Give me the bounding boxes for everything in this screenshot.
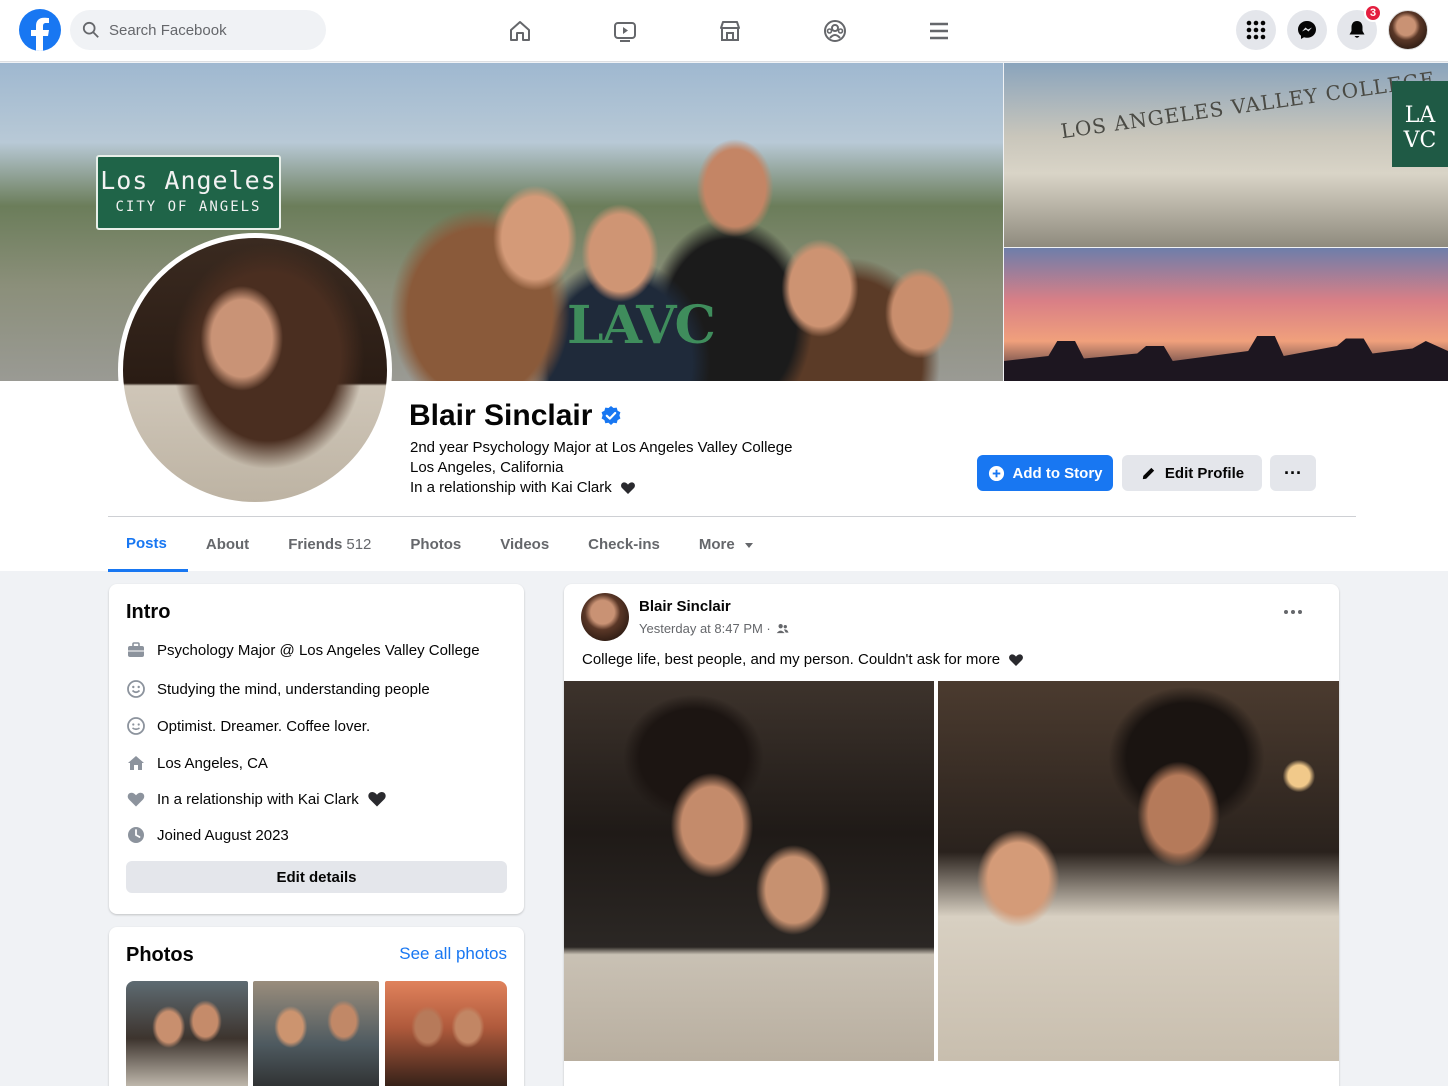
smile-icon bbox=[127, 680, 145, 698]
heart-icon bbox=[127, 792, 145, 807]
caret-down-icon bbox=[744, 542, 753, 548]
cover-sunset-photo bbox=[1004, 248, 1448, 381]
photos-title: Photos bbox=[126, 944, 194, 966]
post-text: College life, best people, and my person… bbox=[582, 651, 1024, 668]
feed-post: Blair Sinclair Yesterday at 8:47 PM · Co… bbox=[564, 584, 1339, 1086]
search-box[interactable] bbox=[70, 10, 326, 50]
smile-outline-icon bbox=[127, 717, 145, 735]
watch-icon[interactable] bbox=[608, 14, 642, 48]
tab-friends[interactable]: Friends 512 bbox=[270, 517, 392, 572]
city-skyline bbox=[1004, 336, 1448, 381]
profile-relationship: In a relationship with Kai Clark bbox=[410, 479, 636, 496]
lavc-logo: LA VC bbox=[1392, 81, 1448, 167]
account-avatar[interactable] bbox=[1388, 10, 1428, 50]
photo-thumbnail[interactable] bbox=[385, 981, 507, 1086]
post-options-icon[interactable] bbox=[1281, 600, 1305, 624]
intro-item: Psychology Major @ Los Angeles Valley Co… bbox=[126, 640, 480, 660]
briefcase-icon bbox=[128, 642, 144, 657]
profile-name: Blair Sinclair bbox=[409, 399, 622, 433]
clock-icon bbox=[128, 827, 144, 843]
photo-thumbnail[interactable] bbox=[126, 981, 248, 1086]
intro-card: Intro Psychology Major @ Los Angeles Val… bbox=[109, 584, 524, 914]
black-heart-icon bbox=[1009, 653, 1024, 666]
intro-item: Optimist. Dreamer. Coffee lover. bbox=[126, 716, 370, 736]
tab-more[interactable]: More bbox=[681, 517, 776, 572]
tab-videos[interactable]: Videos bbox=[482, 517, 570, 572]
add-to-story-button[interactable]: Add to Story bbox=[977, 455, 1113, 491]
black-heart-icon bbox=[620, 481, 635, 494]
plus-circle-icon bbox=[988, 465, 1004, 481]
verified-badge-icon bbox=[602, 406, 621, 425]
tab-about[interactable]: About bbox=[188, 517, 270, 572]
post-photo[interactable] bbox=[564, 681, 934, 1061]
facebook-logo-icon[interactable] bbox=[19, 9, 61, 51]
intro-item: Studying the mind, understanding people bbox=[126, 679, 430, 699]
photo-thumbnail[interactable] bbox=[253, 981, 379, 1086]
shirt-text: LAVC bbox=[567, 295, 716, 356]
profile-more-button[interactable]: ··· bbox=[1270, 455, 1316, 491]
tab-photos[interactable]: Photos bbox=[392, 517, 482, 572]
post-author-avatar[interactable] bbox=[581, 593, 629, 641]
profile-tabs: Posts About Friends 512 Photos Videos Che… bbox=[108, 517, 776, 572]
post-author-name[interactable]: Blair Sinclair bbox=[639, 598, 731, 615]
cover-college-photo: LOS ANGELES VALLEY COLLEGE LA VC bbox=[1004, 63, 1448, 247]
search-input[interactable] bbox=[109, 21, 309, 39]
tab-posts[interactable]: Posts bbox=[108, 517, 188, 572]
tab-check-ins[interactable]: Check-ins bbox=[570, 517, 681, 572]
post-photo[interactable] bbox=[938, 681, 1339, 1061]
groups-icon[interactable] bbox=[818, 14, 852, 48]
friends-count: 512 bbox=[346, 536, 372, 553]
edit-details-button[interactable]: Edit details bbox=[126, 861, 507, 893]
messenger-icon[interactable] bbox=[1287, 10, 1327, 50]
menu-icon[interactable] bbox=[922, 14, 956, 48]
profile-picture[interactable] bbox=[118, 233, 392, 507]
intro-item: In a relationship with Kai Clark bbox=[126, 789, 398, 809]
los-angeles-sign: Los Angeles CITY OF ANGELS bbox=[96, 155, 281, 230]
home-icon bbox=[128, 756, 144, 770]
pencil-icon bbox=[1142, 467, 1155, 479]
black-heart-icon bbox=[368, 791, 386, 807]
apps-grid-icon[interactable] bbox=[1236, 10, 1276, 50]
see-all-photos-link[interactable]: See all photos bbox=[399, 944, 507, 964]
college-sign: LOS ANGELES VALLEY COLLEGE bbox=[1059, 66, 1437, 144]
notification-count-badge: 3 bbox=[1364, 4, 1382, 22]
intro-item: Joined August 2023 bbox=[126, 825, 289, 845]
notifications-bell-icon[interactable]: 3 bbox=[1337, 4, 1382, 50]
intro-title: Intro bbox=[126, 601, 171, 623]
post-timestamp: Yesterday at 8:47 PM · bbox=[639, 621, 789, 636]
marketplace-icon[interactable] bbox=[713, 14, 747, 48]
friends-icon bbox=[776, 624, 789, 634]
profile-bio-line: 2nd year Psychology Major at Los Angeles… bbox=[410, 439, 793, 456]
search-icon bbox=[82, 21, 99, 38]
edit-profile-button[interactable]: Edit Profile bbox=[1122, 455, 1262, 491]
intro-item: Los Angeles, CA bbox=[126, 753, 268, 773]
home-icon[interactable] bbox=[503, 14, 537, 48]
profile-location: Los Angeles, California bbox=[410, 459, 564, 476]
top-navigation-bar: 3 bbox=[0, 0, 1448, 62]
photos-card: Photos See all photos bbox=[109, 927, 524, 1086]
